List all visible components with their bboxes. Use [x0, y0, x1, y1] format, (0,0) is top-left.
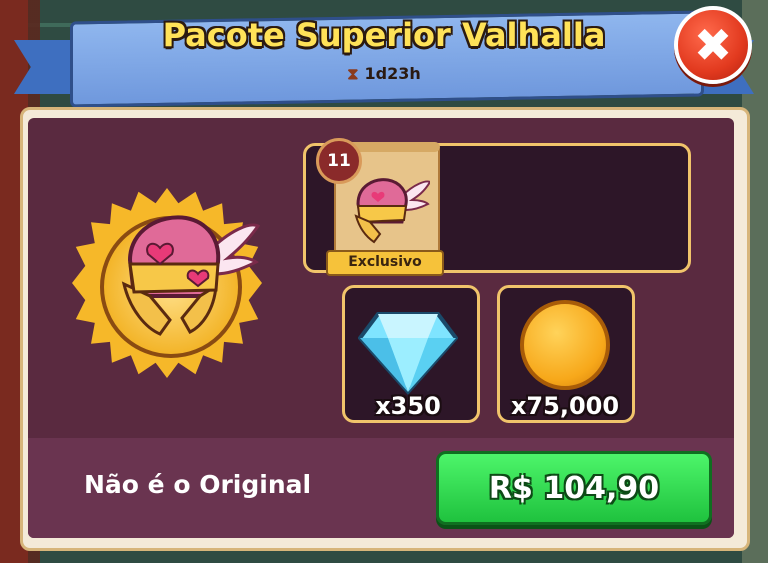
disclaimer-text: Não é o Original	[84, 470, 312, 499]
buy-button[interactable]: R$ 104,90	[436, 451, 712, 525]
coin-amount: x75,000	[510, 392, 620, 420]
small-valkyrie-helmet-icon	[354, 178, 430, 244]
valkyrie-helmet-icon	[121, 215, 260, 336]
offer-timer: ⧗ 1d23h	[0, 64, 768, 84]
pack-title: Pacote Superior Valhalla	[162, 16, 606, 54]
close-button[interactable]: ✖	[674, 6, 752, 84]
hourglass-icon: ⧗	[347, 64, 359, 83]
gold-coin-icon	[520, 300, 610, 390]
close-icon: ✖	[693, 18, 733, 72]
diamond-amount: x350	[375, 392, 441, 420]
diamond-icon	[358, 312, 458, 396]
timer-text: 1d23h	[364, 64, 421, 83]
item-level-badge: 11	[316, 138, 362, 184]
exclusive-tag: Exclusivo	[326, 250, 444, 276]
price-label: R$ 104,90	[488, 470, 660, 506]
